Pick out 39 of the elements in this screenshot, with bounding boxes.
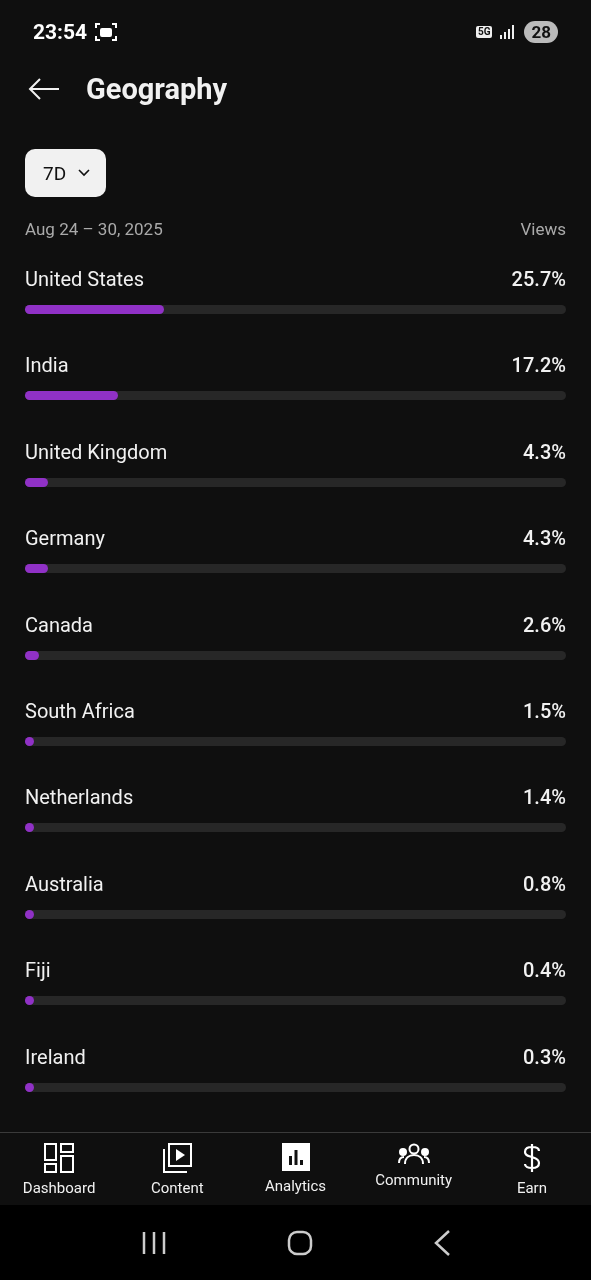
country-percentage: 0.4% [522,958,566,983]
nav-tab[interactable]: Analytics [236,1133,355,1205]
country-percentage: 4.3% [522,439,566,464]
metric-label: Views [520,219,566,239]
country-percentage: 2.6% [522,612,566,637]
page-title: Geography [86,72,228,106]
country-name: South Africa [25,698,135,723]
chevron-down-icon [78,169,91,177]
home-icon[interactable] [286,1229,313,1256]
country-name: United Kingdom [25,439,168,464]
date-range: Aug 24 – 30, 2025 [25,219,163,239]
country-percentage: 4.3% [522,526,566,551]
country-name: Fiji [25,958,51,983]
country-percentage: 0.8% [522,871,566,896]
country-percentage: 25.7% [511,267,566,291]
country-name: India [25,353,69,378]
screenshot-icon [95,22,118,42]
battery-indicator: 28 [524,21,558,43]
signal-icon [500,25,517,39]
country-percentage: 1.4% [522,785,566,810]
country-percentage: 0.3% [522,1044,566,1069]
country-percentage: 17.2% [511,353,566,378]
recent-apps-icon[interactable] [140,1230,167,1255]
nav-tab[interactable]: Content [118,1133,237,1205]
country-name: Ireland [25,1044,86,1069]
nav-tab[interactable]: Earn [472,1133,591,1205]
nav-tab[interactable]: Dashboard [0,1133,119,1205]
status-time: 23:54 [33,20,88,44]
country-percentage: 1.5% [522,698,566,723]
period-dropdown[interactable]: 7D [25,149,107,197]
network-indicator: 5G [475,26,493,38]
country-name: Netherlands [25,785,134,810]
country-name: Germany [25,526,105,551]
country-name: Canada [25,612,93,637]
country-name: Australia [25,871,104,896]
country-name: United States [25,267,145,291]
back-icon[interactable] [432,1229,451,1256]
back-arrow-icon[interactable] [28,77,60,101]
nav-tab[interactable]: Community [354,1133,473,1205]
